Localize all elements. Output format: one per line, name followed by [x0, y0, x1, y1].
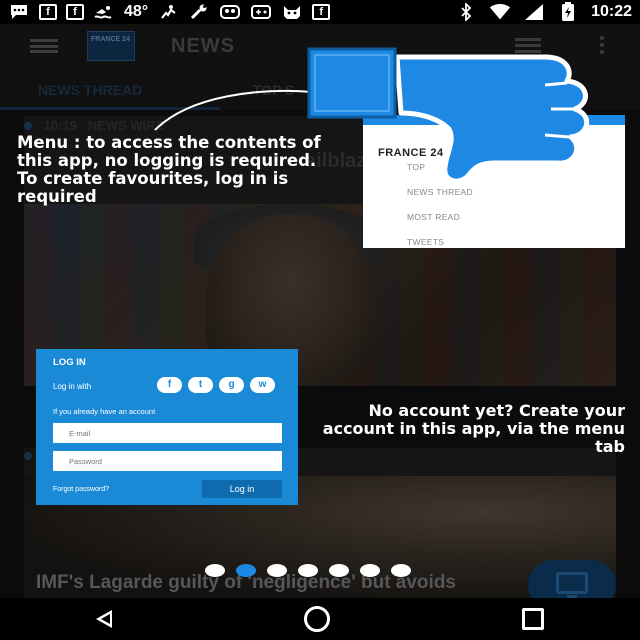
live-dot	[24, 452, 32, 460]
facebook-icon: f	[312, 4, 331, 20]
pager-dot[interactable]	[329, 564, 349, 577]
navigation-bar	[0, 598, 640, 640]
windows-icon[interactable]: w	[250, 377, 275, 393]
tv-icon	[556, 572, 588, 598]
pager-dots	[205, 564, 411, 577]
app-title: NEWS	[171, 35, 235, 57]
pager-dot[interactable]	[267, 564, 287, 577]
thumbs-down-icon	[307, 47, 589, 183]
login-panel: LOG IN Log in with f t g w If you alread…	[36, 349, 298, 505]
clock: 10:22	[591, 3, 632, 20]
wrench-icon	[188, 3, 210, 21]
recent-apps-icon[interactable]	[522, 608, 544, 630]
live-tv-button[interactable]	[528, 560, 616, 598]
runner-icon	[157, 3, 179, 21]
cat-face-icon	[281, 3, 303, 21]
login-button[interactable]: Log in	[202, 480, 282, 498]
login-with-label: Log in with	[53, 382, 92, 391]
back-icon[interactable]	[96, 610, 112, 628]
password-field[interactable]	[53, 451, 282, 471]
facebook-icon[interactable]: f	[157, 377, 182, 393]
news-meta: 10:19 NEWS WIRE	[24, 118, 164, 133]
status-bar-system: 10:22	[455, 2, 632, 21]
pager-dot[interactable]	[236, 564, 256, 577]
hamburger-menu-icon[interactable]	[30, 39, 58, 53]
france24-logo: FRANCE 24	[87, 31, 135, 61]
battery-charging-icon	[557, 2, 579, 21]
monster-face-icon	[219, 3, 241, 21]
twitter-icon[interactable]: t	[188, 377, 213, 393]
login-title: LOG IN	[53, 357, 86, 368]
menu-item-tweets: TWEETS	[407, 237, 445, 247]
news-time: 10:19	[43, 118, 77, 133]
pager-dot[interactable]	[298, 564, 318, 577]
game-controller-icon	[250, 3, 272, 21]
pager-dot[interactable]	[360, 564, 380, 577]
google-plus-icon[interactable]: g	[219, 377, 244, 393]
bluetooth-icon	[455, 3, 477, 21]
pager-dot[interactable]	[205, 564, 225, 577]
tab-top-stories[interactable]: TOP S	[253, 82, 295, 98]
tab-news-thread[interactable]: NEWS THREAD	[38, 82, 142, 98]
menu-item-news-thread: NEWS THREAD	[407, 187, 473, 197]
tip-account: No account yet? Create your account in t…	[322, 401, 625, 456]
active-tab-indicator	[0, 107, 220, 110]
home-icon[interactable]	[304, 606, 330, 632]
temperature: 48°	[124, 3, 149, 20]
live-dot	[24, 122, 32, 130]
wifi-icon	[489, 3, 511, 21]
overflow-menu-icon[interactable]	[600, 36, 604, 56]
pager-dot[interactable]	[391, 564, 411, 577]
forgot-password-link[interactable]: Forgot password?	[53, 486, 109, 493]
email-field[interactable]	[53, 423, 282, 443]
account-prompt: If you already have an account	[53, 407, 156, 416]
status-bar-notifications: f f 48° f	[8, 3, 331, 21]
tip-menu: Menu : to access the contents of this ap…	[17, 133, 321, 206]
swimmer-icon	[93, 3, 115, 21]
chat-bubble-icon	[8, 3, 30, 21]
news-source: NEWS WIRE	[87, 118, 165, 133]
facebook-icon: f	[66, 4, 84, 20]
signal-icon	[523, 3, 545, 21]
menu-item-most-read: MOST READ	[407, 212, 461, 222]
facebook-icon: f	[39, 4, 57, 20]
status-bar: f f 48° f 10:22	[0, 0, 640, 24]
